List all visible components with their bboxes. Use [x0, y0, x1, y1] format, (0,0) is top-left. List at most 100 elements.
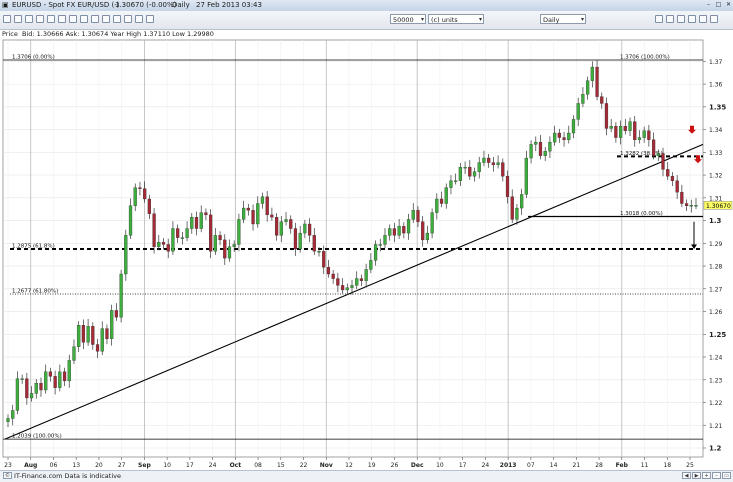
candle-down	[147, 198, 151, 214]
candle-up	[110, 310, 114, 339]
y-tick-label: 1.33	[709, 150, 723, 157]
x-tick-label: 23	[4, 462, 12, 469]
price-chart[interactable]: 1.3706 (0.00%) 1.3706 (100.00%) 1.3282 (38…	[0, 0, 733, 470]
candle-down	[510, 196, 514, 220]
candle-up	[463, 166, 467, 169]
candle-up	[430, 212, 434, 234]
candle-up	[454, 180, 458, 182]
candle-down	[25, 378, 29, 399]
candle-up	[496, 162, 500, 166]
x-tick-label: 2013	[500, 462, 517, 469]
candle-up	[345, 287, 349, 291]
candle-down	[340, 285, 345, 291]
candle-down	[614, 126, 618, 138]
x-tick-label: 17	[459, 462, 467, 469]
candle-down	[105, 328, 109, 339]
candle-down	[62, 371, 67, 382]
candle-up	[543, 151, 547, 156]
candle-down	[307, 223, 312, 236]
candle-up	[133, 187, 137, 206]
x-tick-label: 06	[50, 462, 58, 469]
candle-up	[529, 144, 533, 159]
candle-up	[642, 130, 646, 138]
candle-up	[350, 285, 354, 288]
candle-down	[251, 210, 255, 225]
candle-down	[166, 244, 170, 252]
x-tick-label: 10	[436, 462, 444, 469]
candle-up	[534, 141, 538, 145]
candle-up	[567, 132, 571, 140]
zoom-in-button[interactable]: +	[702, 472, 711, 479]
candle-up	[378, 244, 382, 246]
candle-up	[618, 126, 623, 138]
candle-down	[661, 153, 665, 170]
candle-up	[656, 153, 660, 156]
candle-down	[322, 251, 326, 268]
trendline	[4, 143, 704, 440]
candle-up	[58, 371, 62, 388]
down-arrow-1	[688, 125, 696, 134]
candle-down	[623, 126, 627, 131]
candle-down	[336, 278, 340, 286]
candle-up	[128, 205, 133, 236]
scroll-left-icon[interactable]: ◀	[682, 472, 691, 479]
candle-up	[449, 180, 453, 188]
last-price-label: 1.30670	[706, 203, 731, 210]
candle-up	[586, 80, 590, 95]
candle-down	[81, 325, 86, 343]
candle-down	[562, 137, 566, 140]
fit-button[interactable]: ▭	[722, 472, 731, 479]
candle-down	[331, 273, 335, 279]
candle-up	[284, 219, 288, 222]
x-tick-label: 20	[95, 462, 103, 469]
candle-down	[143, 188, 147, 200]
candle-up	[29, 393, 34, 399]
candle-down	[666, 169, 670, 177]
candle-up	[237, 219, 241, 245]
x-tick-label: 17	[186, 462, 194, 469]
candle-up	[11, 410, 15, 419]
scroll-right-icon[interactable]: ▶	[692, 472, 701, 479]
x-tick-label: 15	[277, 462, 285, 469]
candle-down	[194, 217, 199, 229]
zoom-out-button[interactable]: –	[712, 472, 721, 479]
data-source-note: IT-Finance.com Data is indicative	[14, 472, 121, 480]
candle-up	[6, 418, 10, 422]
candle-up	[86, 326, 90, 343]
y-tick-label: 1.24	[709, 355, 723, 362]
candle-down	[48, 371, 53, 377]
candle-down	[223, 239, 227, 259]
y-tick-label: 1.25	[709, 331, 726, 339]
x-tick-label: 10	[163, 462, 171, 469]
x-tick-label: Sep	[138, 462, 151, 469]
candle-up	[260, 196, 265, 204]
x-tick-label: 25	[686, 462, 694, 469]
candle-down	[204, 212, 208, 216]
candle-up	[15, 378, 20, 411]
candle-down	[538, 141, 543, 156]
candle-up	[609, 126, 613, 129]
candle-down	[675, 180, 679, 193]
fib-level-label: 1.2039 (100.00%)	[12, 434, 62, 440]
x-tick-label: 14	[550, 462, 558, 469]
candle-down	[491, 162, 495, 166]
candle-down	[439, 198, 444, 204]
y-tick-label: 1.36	[709, 82, 723, 89]
candle-down	[633, 121, 637, 140]
candle-down	[246, 207, 250, 211]
x-tick-label: Dec	[411, 462, 424, 469]
candle-up	[581, 94, 585, 104]
candle-up	[628, 121, 632, 131]
candle-down	[468, 166, 472, 177]
candle-down	[39, 383, 43, 391]
candle-up	[482, 157, 486, 163]
y-tick-label: 1.29	[709, 241, 723, 248]
candle-up	[199, 212, 203, 229]
y-tick-label: 1.27	[709, 286, 723, 293]
candle-down	[604, 103, 609, 129]
candle-up	[227, 246, 232, 259]
y-tick-label: 1.26	[709, 309, 723, 316]
x-tick-label: Aug	[24, 462, 37, 469]
candle-up	[119, 273, 123, 318]
y-tick-label: 1.23	[709, 377, 723, 384]
